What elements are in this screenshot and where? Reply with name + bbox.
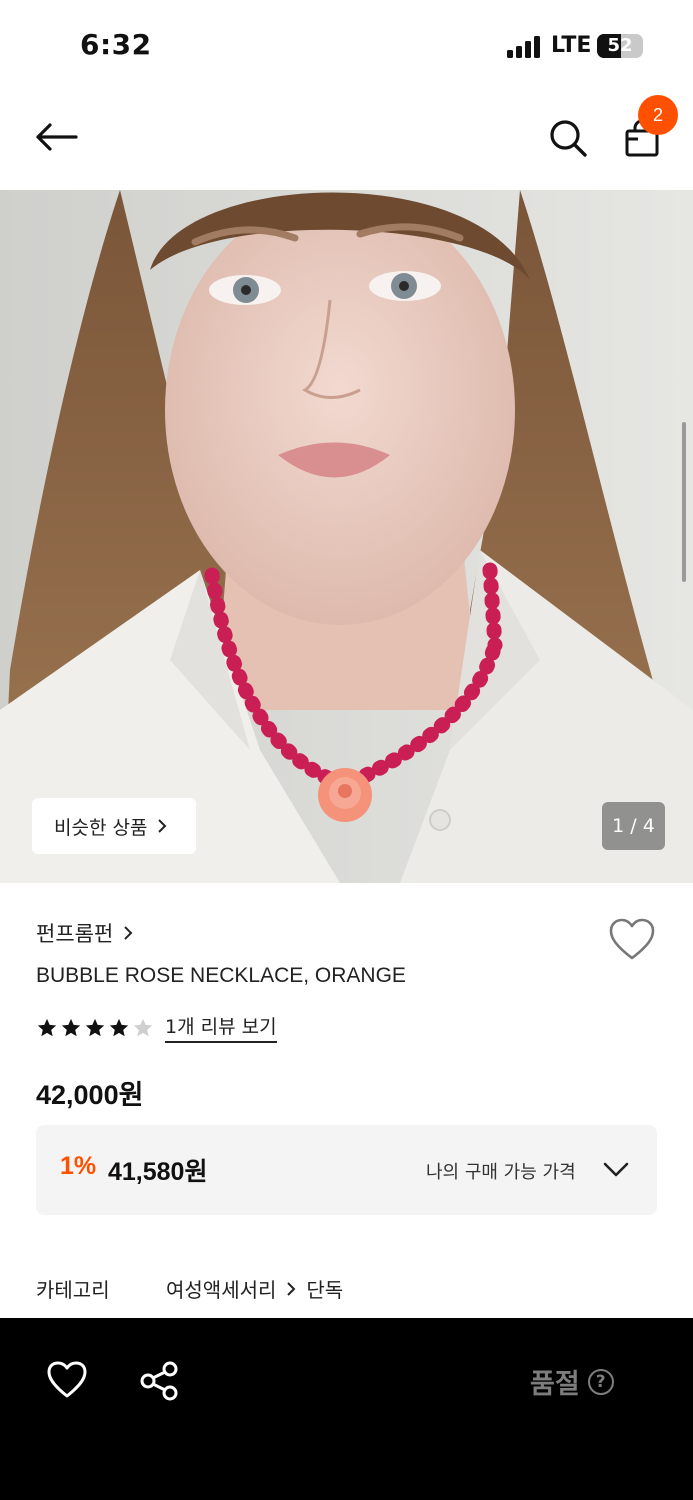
product-name: BUBBLE ROSE NECKLACE, ORANGE	[36, 964, 406, 987]
similar-products-button[interactable]: 비슷한 상품	[32, 798, 196, 854]
search-button[interactable]	[540, 110, 596, 166]
network-label: LTE	[551, 33, 592, 58]
my-price-box[interactable]: 1% 41,580원 나의 구매 가능 가격	[36, 1125, 657, 1215]
cart-count-badge: 2	[638, 95, 678, 135]
status-time: 6:32	[80, 28, 152, 61]
chevron-right-icon	[287, 1281, 296, 1296]
signal-icon	[507, 36, 543, 58]
top-nav	[0, 90, 693, 190]
chevron-right-icon	[158, 819, 167, 833]
brand-name: 펀프롬펀	[36, 922, 114, 946]
image-page-indicator: 1 / 4	[602, 802, 665, 850]
chevron-down-icon[interactable]	[602, 1159, 630, 1181]
soldout-label: 품절	[530, 1369, 580, 1400]
product-price: 42,000원	[36, 1080, 144, 1110]
star-filled-icon	[61, 1018, 81, 1036]
similar-products-label: 비슷한 상품	[54, 816, 148, 839]
search-icon	[550, 120, 587, 157]
star-filled-icon	[109, 1018, 129, 1036]
wishlist-heart-icon[interactable]	[608, 918, 656, 962]
heart-icon[interactable]	[46, 1360, 88, 1400]
category-label: 카테고리	[36, 1278, 110, 1302]
category-item[interactable]: 단독	[306, 1274, 343, 1303]
soldout-status: 품절 ?	[530, 1362, 614, 1401]
back-arrow-icon	[36, 123, 78, 151]
my-price-label: 나의 구매 가능 가격	[426, 1162, 576, 1183]
image-scroll-indicator	[682, 422, 686, 582]
category-item[interactable]: 여성액세서리	[166, 1274, 276, 1303]
battery-percent: 52	[607, 35, 633, 56]
status-bar: 6:32 LTE 52	[0, 0, 693, 90]
rating-row: 1개 리뷰 보기	[36, 1012, 277, 1043]
brand-link[interactable]: 펀프롬펀	[36, 918, 133, 948]
category-breadcrumb: 여성액세서리 단독	[166, 1274, 343, 1303]
star-rating	[36, 1017, 156, 1039]
battery-icon: 52	[597, 34, 643, 58]
discount-rate: 1%	[60, 1152, 97, 1180]
back-button[interactable]	[30, 114, 82, 160]
help-icon[interactable]: ?	[587, 1368, 614, 1395]
discount-price: 41,580원	[108, 1158, 208, 1186]
bottom-action-bar: 품절 ?	[0, 1318, 693, 1500]
product-image-gallery[interactable]	[0, 190, 693, 883]
review-link[interactable]: 1개 리뷰 보기	[165, 1012, 277, 1043]
star-empty-icon	[133, 1018, 153, 1036]
product-photo	[0, 190, 693, 883]
star-filled-icon	[85, 1018, 105, 1036]
star-filled-icon	[37, 1018, 57, 1036]
chevron-right-icon	[124, 926, 133, 940]
share-icon[interactable]	[138, 1360, 180, 1402]
